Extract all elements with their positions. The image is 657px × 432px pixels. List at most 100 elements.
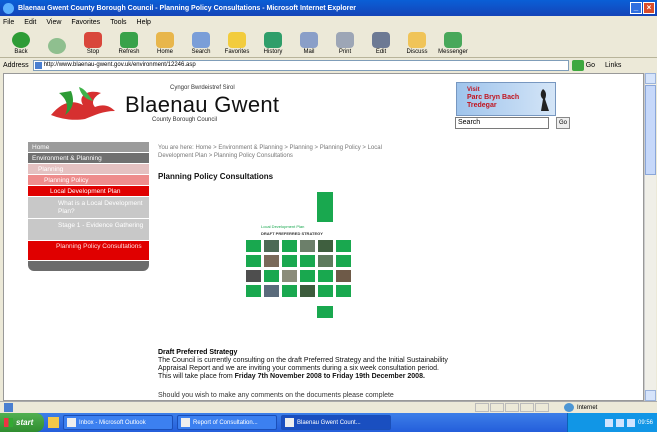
nav-item-planning[interactable]: Planning: [28, 164, 149, 175]
menu-help[interactable]: Help: [137, 19, 151, 26]
scroll-thumb[interactable]: [645, 85, 656, 175]
toolbar-button[interactable]: Back: [4, 32, 38, 57]
menu-edit[interactable]: Edit: [24, 19, 36, 26]
minimize-button[interactable]: _: [630, 2, 642, 14]
page-viewport: Cyngor Bwrdeistref Sirol Blaenau Gwent C…: [3, 73, 644, 401]
comments-paragraph: Should you wish to make any comments on …: [158, 392, 394, 399]
toolbar-button[interactable]: Stop: [76, 32, 110, 57]
status-cell: [505, 403, 519, 412]
cover-photo-tile: [300, 255, 315, 267]
cover-photo-tile: [300, 240, 315, 252]
parc-bryn-bach-banner[interactable]: Visit Parc Bryn Bach Tredegar: [456, 82, 556, 116]
menu-view[interactable]: View: [46, 19, 61, 26]
history-icon: [264, 32, 282, 48]
breadcrumb[interactable]: You are here: Home > Environment & Plann…: [158, 144, 418, 160]
close-button[interactable]: ×: [643, 2, 655, 14]
sidebar-footer: [28, 261, 149, 271]
ie-logo-icon: [3, 2, 14, 14]
address-input[interactable]: http://www.blaenau-gwent.gov.uk/environm…: [32, 60, 569, 71]
cover-photo-tile: [246, 285, 261, 297]
toolbar-button[interactable]: Home: [148, 32, 182, 57]
vertical-scrollbar[interactable]: [644, 73, 656, 401]
toolbar-button[interactable]: Edit: [364, 32, 398, 57]
cover-bottom-bar: [317, 306, 333, 318]
nav-item-consultations[interactable]: Planning Policy Consultations: [28, 241, 149, 261]
messenger-icon: [444, 32, 462, 48]
toolbar-button[interactable]: Mail: [292, 32, 326, 57]
nav-item-environment[interactable]: Environment & Planning: [28, 153, 149, 164]
window-controls: _ ×: [630, 2, 655, 14]
scroll-down-arrow[interactable]: [645, 390, 656, 401]
toolbar-button-label: Print: [338, 49, 352, 55]
cover-title: DRAFT PREFERRED STRATEGY: [261, 231, 323, 236]
go-button[interactable]: Go: [586, 62, 595, 69]
toolbar-button[interactable]: Search: [184, 32, 218, 57]
toolbar-button[interactable]: Discuss: [400, 32, 434, 57]
start-button[interactable]: start: [0, 413, 44, 432]
tray-network-icon[interactable]: [604, 418, 613, 427]
mail-icon: [300, 32, 318, 48]
task-report[interactable]: Report of Consultation...: [177, 415, 277, 430]
task-browser[interactable]: Blaenau Gwent Count...: [281, 415, 391, 430]
council-logo-icon: [51, 87, 115, 120]
go-arrow-icon[interactable]: [571, 60, 584, 71]
links-button[interactable]: Links: [605, 62, 621, 69]
menu-file[interactable]: File: [3, 19, 14, 26]
word-icon: [181, 418, 190, 427]
ie-icon: [285, 418, 294, 427]
quick-launch-icon[interactable]: [48, 417, 59, 428]
nav-item-stage-1[interactable]: Stage 1 - Evidence Gathering: [28, 219, 149, 241]
toolbar-button[interactable]: Print: [328, 32, 362, 57]
cover-photo-tile: [246, 240, 261, 252]
status-cells: [475, 403, 549, 412]
site-search-button[interactable]: Go: [556, 117, 570, 129]
cover-photo-tile: [264, 255, 279, 267]
cover-photo-tile: [282, 285, 297, 297]
site-search-input[interactable]: Search: [455, 117, 549, 129]
security-zone: Internet: [564, 403, 597, 412]
task-label: Report of Consultation...: [193, 419, 258, 426]
toolbar-button-label: Mail: [303, 49, 315, 55]
section-heading: Draft Preferred Strategy: [158, 349, 238, 356]
council-name[interactable]: Blaenau Gwent: [125, 92, 279, 118]
council-welsh-name: Cyngor Bwrdeistref Sirol: [170, 85, 235, 91]
cover-photo-tile: [336, 270, 351, 282]
nav-item-what-is-ldp[interactable]: What is a Local Development Plan?: [28, 197, 149, 219]
task-label: Blaenau Gwent Count...: [297, 419, 361, 426]
home-icon: [156, 32, 174, 48]
cover-photo-tile: [264, 285, 279, 297]
browser-toolbar: Back Stop Refresh Home Search Favorites Histor…: [0, 28, 657, 58]
toolbar-button[interactable]: History: [256, 32, 290, 57]
nav-item-ldp[interactable]: Local Development Plan: [28, 186, 149, 197]
forward-arrow-icon: [48, 38, 66, 54]
address-url: http://www.blaenau-gwent.gov.uk/environm…: [43, 62, 196, 68]
page-icon: [34, 62, 42, 69]
toolbar-button-label: Home: [156, 49, 173, 55]
nav-item-planning-policy[interactable]: Planning Policy: [28, 175, 149, 186]
cover-photo-tile: [282, 240, 297, 252]
nav-item-home[interactable]: Home: [28, 142, 149, 153]
toolbar-button[interactable]: Refresh: [112, 32, 146, 57]
toolbar-button-label: Search: [191, 49, 211, 55]
menu-favorites[interactable]: Favorites: [71, 19, 100, 26]
cover-photo-tile: [336, 240, 351, 252]
scroll-up-arrow[interactable]: [645, 73, 656, 84]
cover-photo-grid: [246, 240, 352, 297]
tray-clock: 09:56: [637, 419, 653, 426]
sidebar-nav: Home Environment & Planning Planning Pla…: [28, 142, 149, 271]
cover-photo-tile: [300, 285, 315, 297]
address-label: Address: [3, 62, 29, 69]
page-status-icon: [4, 403, 13, 412]
toolbar-button[interactable]: [40, 38, 74, 57]
task-outlook[interactable]: Inbox - Microsoft Outlook: [63, 415, 173, 430]
menu-tools[interactable]: Tools: [110, 19, 126, 26]
toolbar-button[interactable]: Favorites: [220, 32, 254, 57]
tray-security-icon[interactable]: [615, 418, 624, 427]
toolbar-button[interactable]: Messenger: [436, 32, 470, 57]
edit-icon: [372, 32, 390, 48]
strategy-document-cover[interactable]: Local Development Plan DRAFT PREFERRED S…: [244, 188, 354, 326]
cover-photo-tile: [336, 285, 351, 297]
back-arrow-icon: [12, 32, 30, 48]
tray-volume-icon[interactable]: [626, 418, 635, 427]
council-subtitle: County Borough Council: [152, 117, 218, 123]
